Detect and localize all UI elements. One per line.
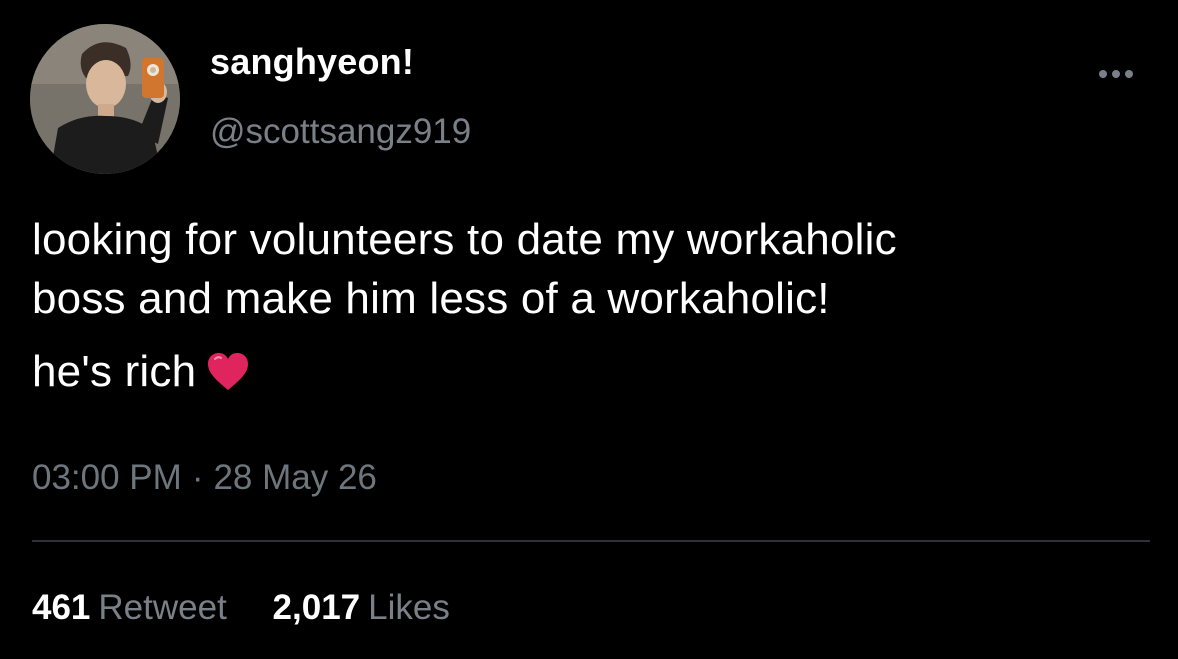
user-handle[interactable]: @scottsangz919 bbox=[210, 114, 471, 149]
tweet-timestamp[interactable]: 03:00 PM · 28 May 26 bbox=[32, 460, 377, 495]
likes-stat[interactable]: 2,017 Likes bbox=[273, 590, 450, 625]
more-dots-icon-dot bbox=[1125, 70, 1133, 78]
avatar[interactable] bbox=[30, 24, 180, 174]
red-heart-icon bbox=[206, 348, 250, 407]
meta-separator: · bbox=[191, 458, 204, 497]
tweet-text-line: looking for volunteers to date my workah… bbox=[32, 215, 897, 264]
divider bbox=[32, 540, 1150, 542]
engagement-stats: 461 Retweet 2,017 Likes bbox=[32, 590, 450, 625]
tweet-text-line-with-emoji: he's rich bbox=[32, 342, 1162, 407]
tweet-text-line: he's rich bbox=[32, 347, 197, 396]
likes-label: Likes bbox=[368, 588, 450, 627]
likes-count: 2,017 bbox=[272, 588, 361, 627]
more-options-button[interactable] bbox=[1092, 62, 1140, 86]
retweets-label: Retweet bbox=[98, 588, 227, 627]
retweets-stat[interactable]: 461 Retweet bbox=[32, 590, 227, 625]
tweet-text: looking for volunteers to date my workah… bbox=[32, 210, 1162, 407]
display-name[interactable]: sanghyeon! bbox=[210, 44, 414, 80]
profile-photo bbox=[30, 24, 180, 174]
tweet-time: 03:00 PM bbox=[32, 458, 182, 497]
more-dots-icon bbox=[1099, 70, 1107, 78]
retweets-count: 461 bbox=[32, 588, 91, 627]
tweet-date: 28 May 26 bbox=[213, 458, 377, 497]
tweet-card: sanghyeon! @scottsangz919 looking for vo… bbox=[0, 0, 1178, 659]
more-dots-icon-dot bbox=[1112, 70, 1120, 78]
tweet-text-line: boss and make him less of a workaholic! bbox=[32, 274, 830, 323]
